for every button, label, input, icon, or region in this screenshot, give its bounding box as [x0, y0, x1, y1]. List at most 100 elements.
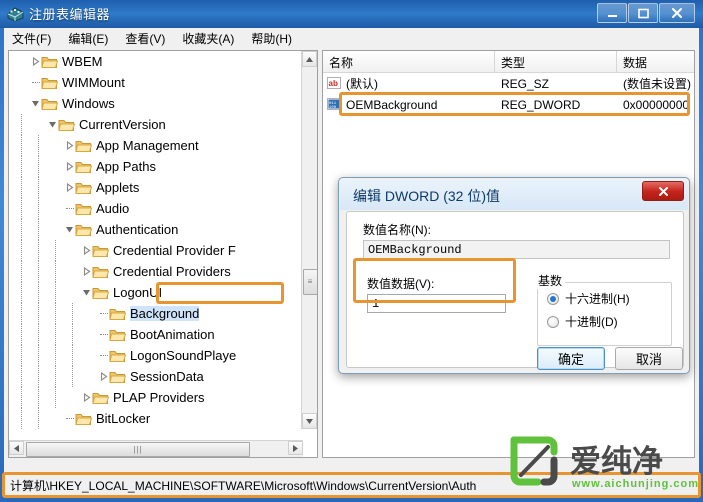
radio-hexadecimal[interactable]: 十六进制(H) [547, 290, 630, 307]
tree-scroll-up-button[interactable] [302, 51, 317, 67]
tree-item-windows[interactable]: Windows [9, 93, 303, 114]
tree-guide-line [55, 324, 57, 345]
tree-guide-line [21, 387, 23, 408]
tree-expand-arrow-closed[interactable] [64, 135, 75, 156]
tree-item-credential-providers[interactable]: Credential Providers [9, 261, 303, 282]
menu-edit[interactable]: 编辑(E) [68, 30, 108, 47]
tree-item-label: PLAP Providers [113, 390, 205, 405]
table-row[interactable]: 011 100 OEMBackground REG_DWORD 0x00000000 [323, 94, 694, 115]
cancel-button[interactable]: 取消 [615, 347, 683, 370]
tree-guide-line [38, 324, 40, 345]
tree-horizontal-scroll-thumb[interactable]: ||| [26, 442, 250, 457]
tree-expand-arrow-closed[interactable] [81, 261, 92, 282]
tree-item-label: LogonUI [113, 285, 163, 300]
value-name-text: OEMBackground [346, 97, 438, 112]
tree-item-app-paths[interactable]: App Paths [9, 156, 303, 177]
value-data-label: 数值数据(V): [367, 277, 435, 291]
tree-guide-line [38, 345, 40, 366]
tree-guide-line [21, 240, 23, 261]
value-name-text: (默认) [346, 77, 378, 91]
column-header-data[interactable]: 数据 [617, 51, 694, 72]
svg-text:ab: ab [329, 79, 338, 88]
tree-expand-arrow-closed[interactable] [81, 240, 92, 261]
tree-item-logonui[interactable]: LogonUI [9, 282, 303, 303]
tree-item-label: Windows [62, 96, 115, 111]
menu-view[interactable]: 查看(V) [125, 30, 165, 47]
tree-scroll-left-button[interactable] [9, 441, 24, 455]
tree-guide-line [55, 303, 57, 324]
tree-guide-line [21, 219, 23, 240]
tree-guide-line [21, 156, 23, 177]
maximize-button[interactable] [628, 3, 658, 23]
tree-expand-arrow-open[interactable] [81, 282, 92, 303]
tree-item-app-management[interactable]: App Management [9, 135, 303, 156]
tree-item-credential-provider-f[interactable]: Credential Provider F [9, 240, 303, 261]
tree-expand-arrow-open[interactable] [47, 114, 58, 135]
registry-editor-window: 注册表编辑器 文件(F) 编辑(E) 查看(V) 收藏夹(A) 帮助(H) WB… [0, 0, 703, 502]
tree-expand-arrow-open[interactable] [64, 219, 75, 240]
tree-item-background[interactable]: Background [9, 303, 303, 324]
tree-item-wimmount[interactable]: WIMMount [9, 72, 303, 93]
tree-guide-line [38, 261, 40, 282]
tree-expand-arrow-closed[interactable] [64, 177, 75, 198]
value-data-input[interactable]: 1 [367, 294, 506, 313]
tree-guide-line [72, 345, 74, 366]
tree-scroll-down-button[interactable] [302, 413, 317, 429]
tree-guide-line [38, 240, 40, 261]
folder-icon-wrap [75, 139, 93, 153]
tree-guide-line [21, 177, 23, 198]
radio-decimal[interactable]: 十进制(D) [547, 313, 618, 330]
tree-guide-line [55, 366, 57, 387]
tree-expand-arrow-closed[interactable] [98, 366, 109, 387]
tree-horizontal-scrollbar[interactable]: ||| [9, 440, 303, 457]
ok-button[interactable]: 确定 [537, 347, 605, 370]
tree-scroll-right-button[interactable] [288, 441, 303, 455]
minimize-button[interactable] [597, 3, 627, 23]
tree-guide-line [38, 177, 40, 198]
tree-vertical-scroll-thumb[interactable]: ≡ [303, 269, 317, 295]
tree-indent-guides [9, 240, 81, 261]
tree-item-bitlocker[interactable]: BitLocker [9, 408, 303, 429]
tree-item-authentication[interactable]: Authentication [9, 219, 303, 240]
column-header-name[interactable]: 名称 [323, 51, 495, 72]
tree-indent-guides [9, 51, 30, 72]
folder-icon [75, 224, 93, 236]
tree-guide-line [55, 282, 57, 303]
column-header-type[interactable]: 类型 [495, 51, 617, 72]
tree-guide-line [38, 282, 40, 303]
dialog-close-button[interactable] [642, 181, 684, 201]
tree-item-currentversion[interactable]: CurrentVersion [9, 114, 303, 135]
aichunjing-logo-mark [510, 436, 558, 486]
tree-vertical-scrollbar[interactable]: ≡ [301, 51, 317, 429]
values-list[interactable]: ab (默认) REG_SZ (数值未设置) 011 100 OEMBackground RE… [323, 73, 694, 115]
tree-item-bootanimation[interactable]: BootAnimation [9, 324, 303, 345]
registry-tree-pane[interactable]: WBEM WIMMount Windows CurrentVersion App Man… [8, 50, 318, 458]
tree-indent-guides [9, 282, 81, 303]
tree-leaf-connector [64, 408, 75, 429]
folder-icon [109, 371, 127, 383]
folder-icon-wrap [41, 76, 59, 90]
tree-item-logonsoundplaye[interactable]: LogonSoundPlaye [9, 345, 303, 366]
tree-item-label: Credential Providers [113, 264, 231, 279]
menu-file[interactable]: 文件(F) [12, 30, 51, 47]
table-row[interactable]: ab (默认) REG_SZ (数值未设置) [323, 73, 694, 94]
close-button[interactable] [659, 3, 695, 23]
registry-tree[interactable]: WBEM WIMMount Windows CurrentVersion App Man… [9, 51, 303, 429]
menu-help[interactable]: 帮助(H) [251, 30, 292, 47]
tree-expand-arrow-open[interactable] [30, 93, 41, 114]
tree-item-label: CurrentVersion [79, 117, 166, 132]
tree-item-applets[interactable]: Applets [9, 177, 303, 198]
folder-icon-wrap [109, 307, 127, 321]
tree-expand-arrow-closed[interactable] [30, 51, 41, 72]
tree-item-sessiondata[interactable]: SessionData [9, 366, 303, 387]
value-name-input[interactable]: OEMBackground [363, 240, 670, 259]
menu-favorites[interactable]: 收藏夹(A) [182, 30, 234, 47]
folder-icon-wrap [92, 286, 110, 300]
tree-guide-line [38, 303, 40, 324]
tree-item-audio[interactable]: Audio [9, 198, 303, 219]
tree-item-plap-providers[interactable]: PLAP Providers [9, 387, 303, 408]
tree-indent-guides [9, 177, 64, 198]
tree-expand-arrow-closed[interactable] [81, 387, 92, 408]
tree-item-wbem[interactable]: WBEM [9, 51, 303, 72]
tree-expand-arrow-closed[interactable] [64, 156, 75, 177]
